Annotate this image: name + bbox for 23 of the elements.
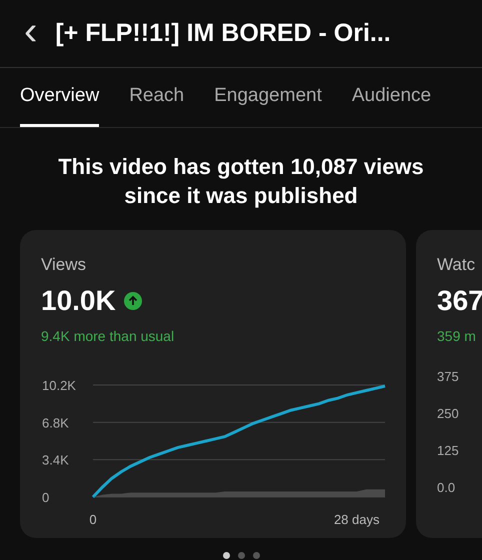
- y-tick-label: 10.2K: [42, 378, 76, 392]
- y-tick-label: 6.8K: [42, 414, 69, 430]
- comparison-text: 9.4K more than usual: [41, 326, 176, 346]
- y-axis-label: 125: [437, 443, 460, 460]
- y-axis-label: 375: [437, 368, 460, 386]
- tab[interactable]: Overview: [20, 68, 100, 127]
- y-tick-label: 3.4K: [42, 452, 69, 468]
- comparison-text: 359 m: [437, 326, 477, 346]
- y-tick-label: 0: [42, 490, 50, 504]
- tab[interactable]: Reach: [129, 68, 184, 127]
- video-title: [+ FLP!!1!] IM BORED - Ori...: [55, 18, 391, 49]
- y-axis-label: 0.0: [437, 480, 456, 498]
- tab[interactable]: Audience: [352, 68, 432, 127]
- y-axis-label: 250: [437, 406, 460, 423]
- metric-title: Views: [41, 254, 88, 276]
- metric-card[interactable]: Views 10.0K 9.4K more than usual 10.2K 6.8K 3.4K 0 0 28 days: [20, 230, 406, 538]
- x-tick-label: 0: [89, 512, 97, 526]
- x-tick-label: 28 days: [334, 512, 380, 526]
- headline: This video has gotten 10,087 views since it was published: [57, 153, 425, 210]
- tab[interactable]: Engagement: [214, 68, 322, 127]
- metric-value: 10.0K: [41, 284, 116, 318]
- metric-title: Watc: [437, 254, 476, 276]
- back-icon[interactable]: ‹: [24, 10, 38, 50]
